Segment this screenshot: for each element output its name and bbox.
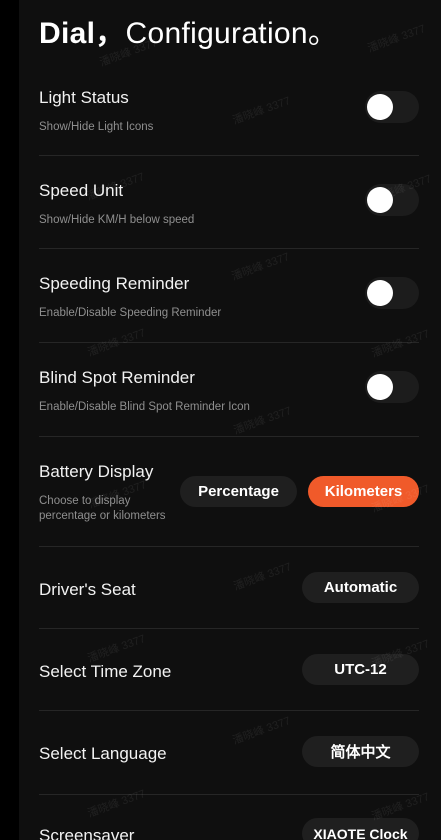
page-title: Dial， Configuration。: [39, 8, 338, 52]
light-status-toggle[interactable]: [365, 91, 419, 123]
page-title-bold: Dial，: [39, 17, 126, 50]
speed-unit-toggle[interactable]: [365, 184, 419, 216]
battery-option-percentage[interactable]: Percentage: [180, 476, 297, 507]
setting-row-time-zone: Select Time Zone UTC-12: [39, 629, 419, 711]
drivers-seat-select[interactable]: Automatic: [302, 572, 419, 603]
setting-row-battery-display: Battery Display Choose to display percen…: [39, 437, 419, 547]
battery-option-kilometers[interactable]: Kilometers: [308, 476, 419, 507]
setting-row-screensaver: Screensaver XIAOTE Clock: [39, 795, 419, 840]
toggle-knob: [367, 374, 393, 400]
toggle-knob: [367, 94, 393, 120]
setting-row-blind-spot-reminder: Blind Spot Reminder Enable/Disable Blind…: [39, 343, 419, 437]
setting-description: Choose to display percentage or kilomete…: [39, 495, 166, 522]
blind-spot-reminder-toggle[interactable]: [365, 371, 419, 403]
toggle-knob: [367, 187, 393, 213]
setting-row-light-status: Light Status Show/Hide Light Icons: [39, 70, 419, 156]
setting-label: Light Status: [39, 88, 129, 107]
language-select[interactable]: 简体中文: [302, 736, 419, 767]
setting-description: Enable/Disable Speeding Reminder: [39, 307, 222, 319]
setting-description: Show/Hide Light Icons: [39, 121, 154, 133]
setting-label: Driver's Seat: [39, 580, 136, 599]
screensaver-select[interactable]: XIAOTE Clock: [302, 818, 419, 840]
setting-label: Speeding Reminder: [39, 274, 190, 293]
setting-row-speeding-reminder: Speeding Reminder Enable/Disable Speedin…: [39, 249, 419, 343]
time-zone-select[interactable]: UTC-12: [302, 654, 419, 685]
setting-label: Select Time Zone: [39, 662, 172, 681]
page-title-light: Configuration。: [125, 17, 339, 50]
setting-label: Speed Unit: [39, 181, 124, 200]
setting-description: Show/Hide KM/H below speed: [39, 214, 195, 226]
setting-row-language: Select Language 简体中文: [39, 711, 419, 795]
speeding-reminder-toggle[interactable]: [365, 277, 419, 309]
setting-row-speed-unit: Speed Unit Show/Hide KM/H below speed: [39, 156, 419, 249]
setting-label: Battery Display: [39, 462, 154, 481]
setting-label: Select Language: [39, 744, 167, 763]
toggle-knob: [367, 280, 393, 306]
setting-label: Screensaver: [39, 826, 135, 840]
setting-description: Enable/Disable Blind Spot Reminder Icon: [39, 401, 250, 413]
setting-label: Blind Spot Reminder: [39, 368, 195, 387]
setting-row-drivers-seat: Driver's Seat Automatic: [39, 547, 419, 629]
